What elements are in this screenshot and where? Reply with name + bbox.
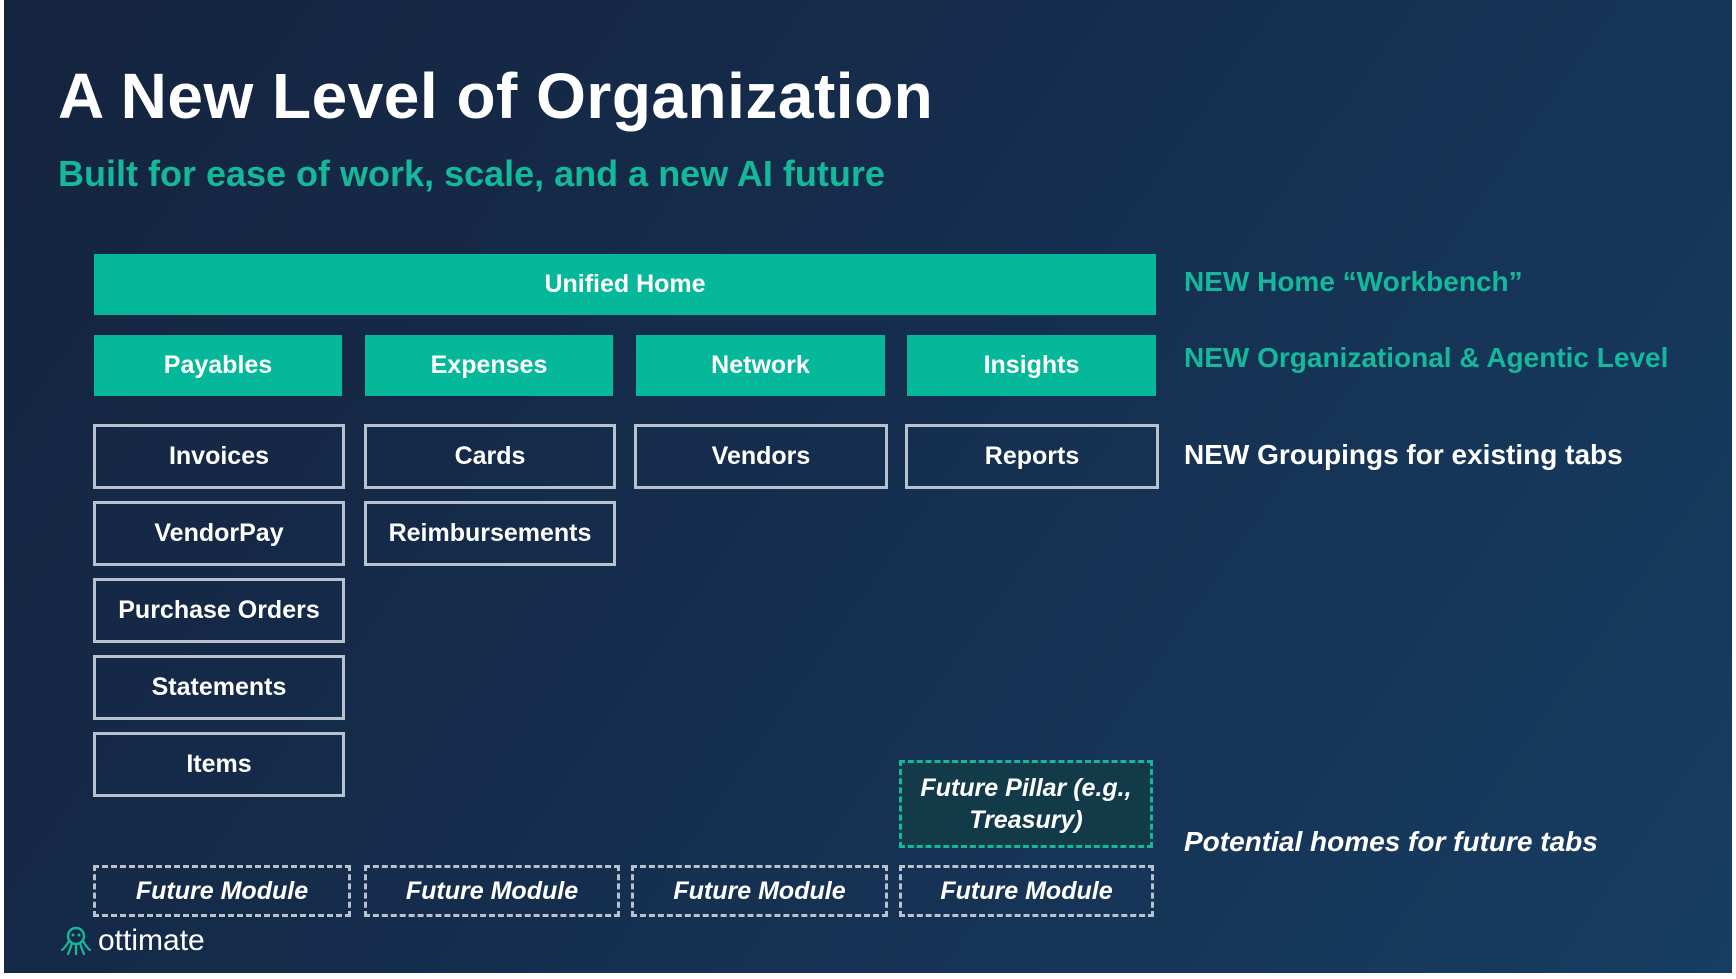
pillar-insights: Insights <box>907 335 1156 396</box>
note-future-tabs: Potential homes for future tabs <box>1184 826 1598 857</box>
octopus-icon <box>60 926 92 956</box>
page-title: A New Level of Organization <box>58 60 934 132</box>
grouping-items: Items <box>93 732 345 797</box>
pillar-network: Network <box>636 335 885 396</box>
page-subtitle: Built for ease of work, scale, and a new… <box>58 153 885 194</box>
grouping-reports: Reports <box>905 424 1159 489</box>
future-module-3: Future Module <box>631 865 888 917</box>
grouping-vendorpay: VendorPay <box>93 501 345 566</box>
future-module-4: Future Module <box>899 865 1154 917</box>
grouping-statements: Statements <box>93 655 345 720</box>
unified-home-box: Unified Home <box>94 254 1156 315</box>
future-pillar-box: Future Pillar (e.g., Treasury) <box>899 760 1153 848</box>
future-module-1: Future Module <box>93 865 351 917</box>
logo-text: ottimate <box>98 924 205 957</box>
ottimate-logo: ottimate <box>60 924 205 958</box>
grouping-purchase-orders: Purchase Orders <box>93 578 345 643</box>
grouping-vendors: Vendors <box>634 424 888 489</box>
note-organizational-level: NEW Organizational & Agentic Level <box>1184 342 1669 373</box>
grouping-reimbursements: Reimbursements <box>364 501 616 566</box>
pillar-expenses: Expenses <box>365 335 613 396</box>
note-home-workbench: NEW Home “Workbench” <box>1184 266 1523 297</box>
slide: A New Level of Organization Built for ea… <box>4 0 1732 973</box>
pillar-payables: Payables <box>94 335 342 396</box>
grouping-invoices: Invoices <box>93 424 345 489</box>
note-groupings: NEW Groupings for existing tabs <box>1184 439 1623 470</box>
future-module-2: Future Module <box>364 865 620 917</box>
grouping-cards: Cards <box>364 424 616 489</box>
